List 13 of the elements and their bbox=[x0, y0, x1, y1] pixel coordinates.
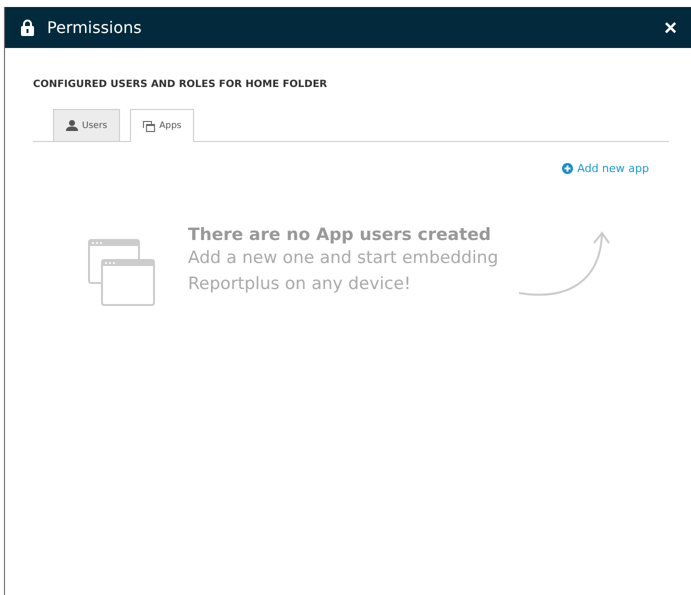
app-windows-icon bbox=[88, 239, 156, 306]
plus-circle-icon bbox=[562, 163, 574, 174]
empty-title: There are no App users created bbox=[188, 225, 492, 245]
empty-message: Add a new one and start embedding Reportplus on any device! bbox=[188, 247, 500, 296]
tab[interactable]: Users bbox=[53, 109, 120, 141]
close-button[interactable]: × bbox=[664, 16, 677, 38]
tab[interactable]: Apps bbox=[130, 109, 194, 142]
user-icon bbox=[66, 120, 78, 131]
section-heading: CONFIGURED USERS AND ROLES FOR HOME FOLDER bbox=[33, 79, 328, 90]
windows-icon bbox=[143, 120, 156, 132]
lock-icon bbox=[21, 19, 34, 36]
curved-arrow-icon bbox=[518, 231, 610, 297]
window-title: Permissions bbox=[47, 18, 143, 37]
